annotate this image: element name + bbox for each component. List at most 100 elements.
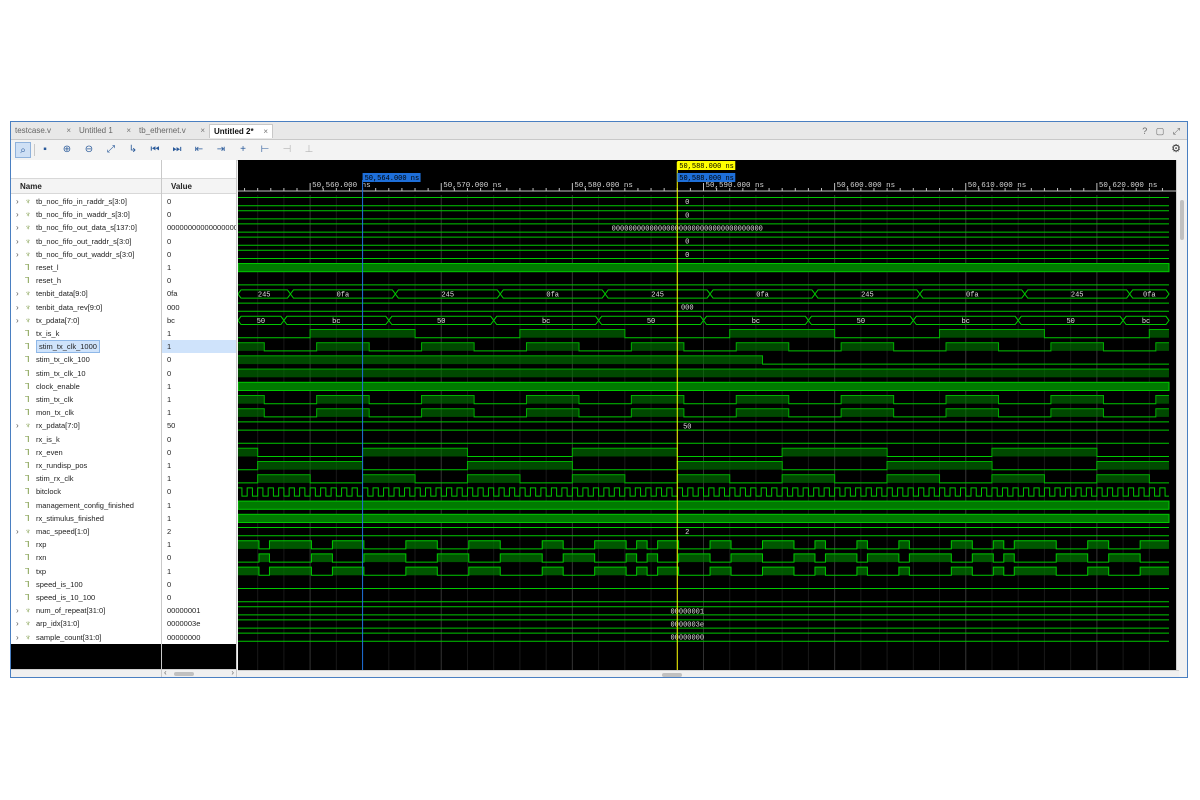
tab-testcase[interactable]: testcase.v × bbox=[11, 124, 75, 138]
logic-high-fill bbox=[362, 474, 416, 483]
signal-row[interactable]: ⅂ txp bbox=[11, 565, 161, 578]
expand-chevron-icon[interactable]: › bbox=[16, 525, 19, 538]
close-icon[interactable]: × bbox=[126, 124, 131, 138]
goto-first-icon[interactable]: ⏮ bbox=[147, 142, 163, 158]
logic-high-fill bbox=[887, 474, 940, 483]
signal-row[interactable]: › ♆ tb_noc_fifo_in_waddr_s[3:0] bbox=[11, 208, 161, 221]
name-panel-scrollbar[interactable] bbox=[11, 669, 161, 677]
name-column-header[interactable]: Name bbox=[11, 178, 161, 194]
save-icon[interactable]: ▪ bbox=[37, 142, 53, 158]
signal-value: 1 bbox=[167, 513, 172, 523]
zoom-out-icon[interactable]: ⊖ bbox=[81, 142, 97, 158]
signal-row[interactable]: ⅂ speed_is_10_100 bbox=[11, 591, 161, 604]
signal-row[interactable]: ⅂ tx_is_k bbox=[11, 327, 161, 340]
signal-row[interactable]: › ♆ tenbit_data[9:0] bbox=[11, 287, 161, 300]
signal-row[interactable]: ⅂ rx_rundisp_pos bbox=[11, 459, 161, 472]
signal-row[interactable]: › ♆ rx_pdata[7:0] bbox=[11, 419, 161, 432]
bus-segment-label: 50 bbox=[257, 318, 265, 326]
tab-bar: testcase.v × Untitled 1 × tb_ethernet.v … bbox=[11, 122, 1187, 140]
signal-row[interactable]: ⅂ stim_rx_clk bbox=[11, 472, 161, 485]
close-icon[interactable]: × bbox=[200, 124, 205, 138]
signal-row[interactable]: › ♆ arp_idx[31:0] bbox=[11, 617, 161, 630]
signal-row[interactable]: › ♆ num_of_repeat[31:0] bbox=[11, 604, 161, 617]
close-icon[interactable]: × bbox=[66, 124, 71, 138]
bus-segment-label: 245 bbox=[651, 292, 664, 300]
signal-value: 0 bbox=[167, 355, 172, 365]
prev-transition-icon[interactable]: ⇤ bbox=[191, 142, 207, 158]
window-controls[interactable]: ? ▢ ⤢ bbox=[1142, 124, 1183, 138]
signal-row[interactable]: › ♆ tb_noc_fifo_out_waddr_s[3:0] bbox=[11, 248, 161, 261]
signal-row[interactable]: ⅂ rxp bbox=[11, 538, 161, 551]
signal-row[interactable]: ⅂ mon_tx_clk bbox=[11, 406, 161, 419]
signal-row[interactable]: ⅂ stim_tx_clk_100 bbox=[11, 353, 161, 366]
value-column-header[interactable]: Value bbox=[162, 178, 236, 194]
signal-row[interactable]: › ♆ tx_pdata[7:0] bbox=[11, 314, 161, 327]
logic-high-fill bbox=[316, 395, 370, 404]
value-panel-scrollbar[interactable]: ‹ › bbox=[162, 668, 236, 677]
next-marker-icon[interactable]: ⊣ bbox=[279, 142, 295, 158]
zoom-search-icon[interactable]: ⌕ bbox=[15, 142, 31, 158]
expand-chevron-icon[interactable]: › bbox=[16, 604, 19, 617]
signal-value: 0 bbox=[167, 579, 172, 589]
signal-row[interactable]: ⅂ reset_l bbox=[11, 261, 161, 274]
signal-row[interactable]: ⅂ management_config_finished bbox=[11, 499, 161, 512]
expand-chevron-icon[interactable]: › bbox=[16, 631, 19, 644]
close-icon[interactable]: × bbox=[263, 125, 268, 139]
expand-chevron-icon[interactable]: › bbox=[16, 248, 19, 261]
logic-high-fill bbox=[898, 540, 910, 549]
next-transition-icon[interactable]: ⇥ bbox=[213, 142, 229, 158]
expand-chevron-icon[interactable]: › bbox=[16, 301, 19, 314]
signal-row[interactable]: ⅂ reset_h bbox=[11, 274, 161, 287]
tab-untitled-2[interactable]: Untitled 2* × bbox=[209, 124, 273, 138]
expand-chevron-icon[interactable]: › bbox=[16, 287, 19, 300]
signal-row[interactable]: ⅂ bitclock bbox=[11, 485, 161, 498]
logic-high-fill bbox=[946, 408, 999, 417]
signal-row[interactable]: ⅂ rxn bbox=[11, 551, 161, 564]
tab-tb-ethernet[interactable]: tb_ethernet.v × bbox=[135, 124, 209, 138]
cursor-label: 50,588.000 ns bbox=[679, 163, 734, 171]
logic-high-fill bbox=[467, 474, 520, 483]
goto-cursor-icon[interactable]: ↳ bbox=[125, 142, 141, 158]
signal-row[interactable]: › ♆ tb_noc_fifo_out_raddr_s[3:0] bbox=[11, 235, 161, 248]
expand-chevron-icon[interactable]: › bbox=[16, 208, 19, 221]
prev-marker-icon[interactable]: ⊢ bbox=[257, 142, 273, 158]
expand-chevron-icon[interactable]: › bbox=[16, 221, 19, 234]
signal-value: 0 bbox=[167, 236, 172, 246]
add-marker-icon[interactable]: + bbox=[235, 142, 251, 158]
swap-cursors-icon[interactable]: ⊥ bbox=[301, 142, 317, 158]
tab-untitled-1[interactable]: Untitled 1 × bbox=[75, 124, 135, 138]
signal-row[interactable]: ⅂ stim_tx_clk_1000 bbox=[11, 340, 161, 354]
signal-row[interactable]: ⅂ speed_is_100 bbox=[11, 578, 161, 591]
logic-high-fill bbox=[677, 474, 730, 483]
logic-signal-icon: ⅂ bbox=[25, 593, 30, 602]
bus-value-label: 00000000 bbox=[670, 635, 704, 643]
logic-high-fill bbox=[1087, 567, 1109, 576]
logic-signal-icon: ⅂ bbox=[25, 355, 30, 365]
signal-value: 00000000 bbox=[167, 632, 201, 642]
expand-chevron-icon[interactable]: › bbox=[16, 617, 19, 630]
waveform-vertical-scrollbar[interactable] bbox=[1176, 160, 1187, 670]
expand-chevron-icon[interactable]: › bbox=[16, 235, 19, 248]
zoom-in-icon[interactable]: ⊕ bbox=[59, 142, 75, 158]
signal-row[interactable]: ⅂ stim_tx_clk bbox=[11, 393, 161, 406]
goto-last-icon[interactable]: ⏭ bbox=[169, 142, 185, 158]
signal-row[interactable]: › ♆ mac_speed[1:0] bbox=[11, 525, 161, 538]
signal-row[interactable]: ⅂ stim_tx_clk_10 bbox=[11, 367, 161, 380]
signal-row[interactable]: ⅂ rx_stimulus_finished bbox=[11, 512, 161, 525]
expand-chevron-icon[interactable]: › bbox=[16, 419, 19, 432]
signal-row[interactable]: ⅂ rx_is_k bbox=[11, 433, 161, 446]
signal-name: rx_is_k bbox=[36, 434, 60, 444]
signal-row[interactable]: › ♆ tb_noc_fifo_in_raddr_s[3:0] bbox=[11, 195, 161, 208]
signal-row[interactable]: › ♆ tenbit_data_rev[9:0] bbox=[11, 301, 161, 314]
waveform-horizontal-scrollbar[interactable] bbox=[238, 670, 1179, 677]
signal-row[interactable]: › ♆ tb_noc_fifo_out_data_s[137:0] bbox=[11, 221, 161, 234]
zoom-fit-icon[interactable]: ⤢ bbox=[103, 142, 119, 158]
logic-high-fill bbox=[731, 553, 763, 563]
expand-chevron-icon[interactable]: › bbox=[16, 195, 19, 208]
signal-row[interactable]: › ♆ sample_count[31:0] bbox=[11, 631, 161, 644]
signal-row[interactable]: ⅂ rx_even bbox=[11, 446, 161, 459]
signal-row[interactable]: ⅂ clock_enable bbox=[11, 380, 161, 393]
gear-icon[interactable]: ⚙ bbox=[1171, 142, 1181, 155]
waveform-canvas[interactable]: 50,560.000 ns 50,570.000 ns 50,580.000 ns 5… bbox=[238, 160, 1177, 670]
expand-chevron-icon[interactable]: › bbox=[16, 314, 19, 327]
